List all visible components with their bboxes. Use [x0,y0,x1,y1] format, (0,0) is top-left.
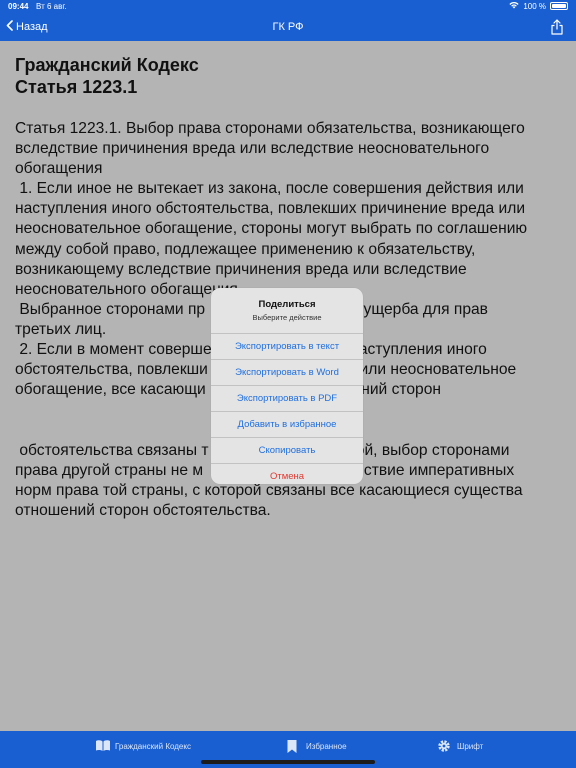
tab-label: Избранное [306,741,347,751]
share-icon [550,19,564,39]
tab-font[interactable]: Шрифт [437,739,483,753]
share-button[interactable] [550,19,564,35]
tab-label: Гражданский Кодекс [115,741,191,751]
bookmark-icon [286,739,300,753]
status-date: Вт 6 авг. [36,2,67,11]
navigation-bar: 09:44 Вт 6 авг. 100 % Назад ГК РФ [0,0,576,41]
add-favorite-button[interactable]: Добавить в избранное [211,411,363,437]
cancel-button[interactable]: Отмена [211,463,363,484]
gear-icon [437,739,451,753]
wifi-icon [509,1,519,11]
status-indicators: 100 % [509,1,568,11]
book-icon [95,739,110,753]
status-time: 09:44 [8,2,29,11]
nav-title: ГК РФ [272,21,304,33]
dialog-header: Поделиться Выберите действие [211,288,363,333]
tab-label: Шрифт [457,741,484,751]
copy-button[interactable]: Скопировать [211,437,363,463]
dialog-title: Поделиться [258,299,316,310]
export-pdf-button[interactable]: Экспортировать в PDF [211,385,363,411]
article-title: Гражданский Кодекс Статья 1223.1 [15,55,199,97]
export-text-button[interactable]: Экспортировать в текст [211,333,363,359]
tab-bar: Гражданский Кодекс Избранное Шрифт [0,731,576,768]
battery-icon [550,2,568,10]
tab-favorites[interactable]: Избранное [286,739,347,753]
battery-label: 100 % [523,1,546,11]
share-dialog: Поделиться Выберите действие Экспортиров… [211,288,363,484]
home-indicator [201,760,375,764]
export-word-button[interactable]: Экспортировать в Word [211,359,363,385]
tab-civil-code[interactable]: Гражданский Кодекс [95,739,191,753]
dialog-subtitle: Выберите действие [252,313,322,322]
